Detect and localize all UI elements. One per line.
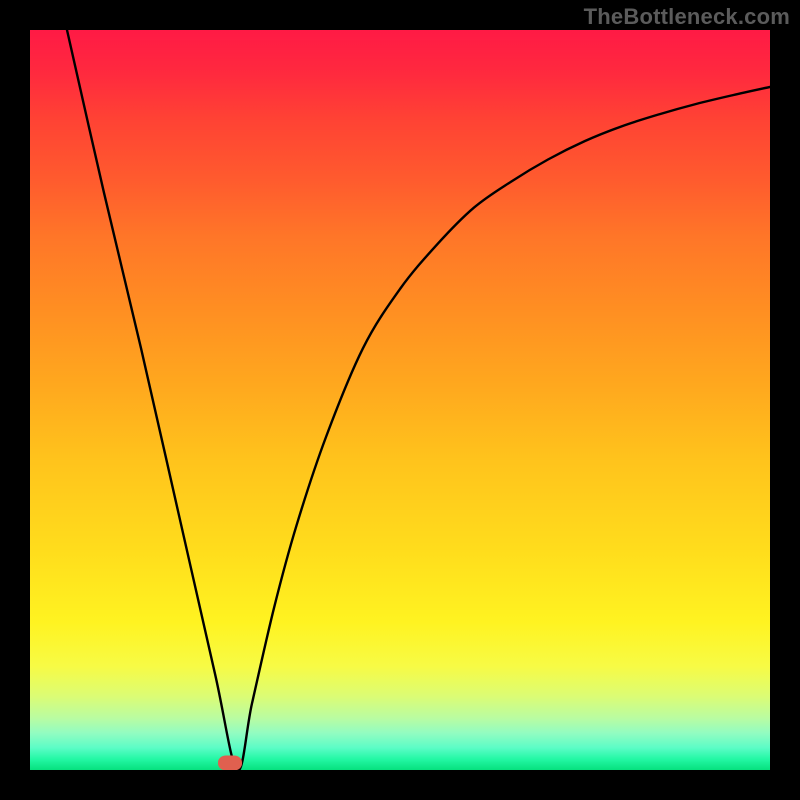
bottleneck-curve (30, 30, 770, 770)
optimal-point-marker (218, 755, 242, 770)
watermark-text: TheBottleneck.com (584, 4, 790, 30)
chart-frame: TheBottleneck.com (0, 0, 800, 800)
plot-area (30, 30, 770, 770)
